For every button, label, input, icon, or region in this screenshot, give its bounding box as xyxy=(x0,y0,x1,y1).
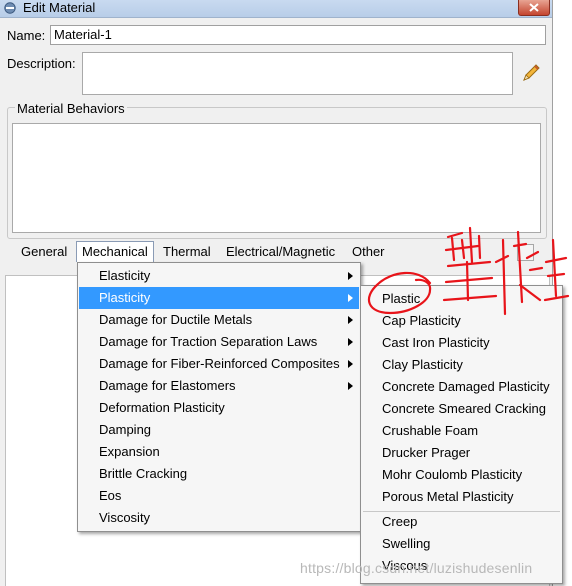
name-label: Name: xyxy=(7,28,46,43)
submenu-item-cap-plasticity[interactable]: Cap Plasticity xyxy=(362,310,561,332)
submenu-arrow-icon xyxy=(348,360,353,368)
menu-item-label: Elasticity xyxy=(99,268,151,283)
menu-general[interactable]: General xyxy=(15,242,73,262)
plasticity-submenu: Plastic Cap Plasticity Cast Iron Plastic… xyxy=(360,285,563,584)
submenu-item-cast-iron[interactable]: Cast Iron Plasticity xyxy=(362,332,561,354)
menu-electrical-magnetic[interactable]: Electrical/Magnetic xyxy=(220,242,341,262)
material-behaviors-list[interactable] xyxy=(12,123,541,233)
menu-item-label: Clay Plasticity xyxy=(382,357,463,372)
menu-item-eos[interactable]: Eos xyxy=(79,485,359,507)
menu-item-label: Deformation Plasticity xyxy=(99,400,225,415)
name-field[interactable]: Material-1 xyxy=(50,25,546,45)
menu-thermal[interactable]: Thermal xyxy=(157,242,217,262)
menu-item-damage-elastomers[interactable]: Damage for Elastomers xyxy=(79,375,359,397)
window-menu-icon[interactable] xyxy=(4,2,16,14)
menu-item-label: Porous Metal Plasticity xyxy=(382,489,514,504)
menu-item-label: Eos xyxy=(99,488,122,503)
menu-item-label: Damage for Fiber-Reinforced Composites xyxy=(99,356,340,371)
watermark-text: https://blog.csdn.net/luzishudesenlin xyxy=(300,560,533,576)
menu-item-label: Viscosity xyxy=(99,510,151,525)
menu-item-label: Brittle Cracking xyxy=(99,466,188,481)
menu-item-damage-ductile[interactable]: Damage for Ductile Metals xyxy=(79,309,359,331)
menu-item-label: Damage for Ductile Metals xyxy=(99,312,253,327)
menu-item-viscosity[interactable]: Viscosity xyxy=(79,507,359,529)
pencil-icon[interactable] xyxy=(520,62,542,84)
menu-item-label: Drucker Prager xyxy=(382,445,471,460)
menu-item-label: Plastic xyxy=(382,291,421,306)
menu-item-plasticity[interactable]: Plasticity xyxy=(79,287,359,309)
menu-item-label: Mohr Coulomb Plasticity xyxy=(382,467,523,482)
submenu-item-concrete-smeared[interactable]: Concrete Smeared Cracking xyxy=(362,398,561,420)
submenu-item-creep[interactable]: Creep xyxy=(362,511,561,533)
menu-item-label: Swelling xyxy=(382,536,431,551)
submenu-item-clay[interactable]: Clay Plasticity xyxy=(362,354,561,376)
description-label: Description: xyxy=(7,56,76,71)
menu-item-label: Cap Plasticity xyxy=(382,313,461,328)
menu-item-elasticity[interactable]: Elasticity xyxy=(79,265,359,287)
submenu-arrow-icon xyxy=(348,382,353,390)
submenu-item-swelling[interactable]: Swelling xyxy=(362,533,561,555)
menubar-scroll-button[interactable] xyxy=(517,244,534,261)
description-field[interactable] xyxy=(82,52,513,95)
menu-item-damage-traction[interactable]: Damage for Traction Separation Laws xyxy=(79,331,359,353)
submenu-item-drucker-prager[interactable]: Drucker Prager xyxy=(362,442,561,464)
name-value: Material-1 xyxy=(54,27,112,42)
menu-item-label: Damage for Elastomers xyxy=(99,378,236,393)
menu-item-expansion[interactable]: Expansion xyxy=(79,441,359,463)
menu-item-label: Damage for Traction Separation Laws xyxy=(99,334,318,349)
menu-item-label: Damping xyxy=(99,422,152,437)
menu-item-damage-fiber[interactable]: Damage for Fiber-Reinforced Composites xyxy=(79,353,359,375)
title-bar: Edit Material xyxy=(0,0,552,18)
material-behaviors-label: Material Behaviors xyxy=(15,101,127,116)
menu-item-label: Cast Iron Plasticity xyxy=(382,335,490,350)
window-title: Edit Material xyxy=(23,0,96,15)
menu-other[interactable]: Other xyxy=(346,242,391,262)
submenu-arrow-icon xyxy=(348,272,353,280)
submenu-arrow-icon xyxy=(348,294,353,302)
menu-item-deformation-plasticity[interactable]: Deformation Plasticity xyxy=(79,397,359,419)
menu-mechanical[interactable]: Mechanical xyxy=(76,241,154,262)
menu-item-label: Crushable Foam xyxy=(382,423,479,438)
submenu-arrow-icon xyxy=(348,338,353,346)
submenu-item-mohr-coulomb[interactable]: Mohr Coulomb Plasticity xyxy=(362,464,561,486)
menu-item-damping[interactable]: Damping xyxy=(79,419,359,441)
close-icon xyxy=(529,3,539,12)
menu-item-brittle-cracking[interactable]: Brittle Cracking xyxy=(79,463,359,485)
menu-item-label: Creep xyxy=(382,514,418,529)
submenu-item-porous-metal[interactable]: Porous Metal Plasticity xyxy=(362,486,561,508)
menu-item-label: Concrete Smeared Cracking xyxy=(382,401,547,416)
menu-item-label: Expansion xyxy=(99,444,160,459)
submenu-item-crushable-foam[interactable]: Crushable Foam xyxy=(362,420,561,442)
submenu-item-plastic[interactable]: Plastic xyxy=(362,288,561,310)
menu-item-label: Concrete Damaged Plasticity xyxy=(382,379,550,394)
menu-item-label: Plasticity xyxy=(99,290,151,305)
close-button[interactable] xyxy=(518,0,550,16)
mechanical-menu: Elasticity Plasticity Damage for Ductile… xyxy=(77,262,361,532)
submenu-item-concrete-damaged[interactable]: Concrete Damaged Plasticity xyxy=(362,376,561,398)
submenu-arrow-icon xyxy=(348,316,353,324)
